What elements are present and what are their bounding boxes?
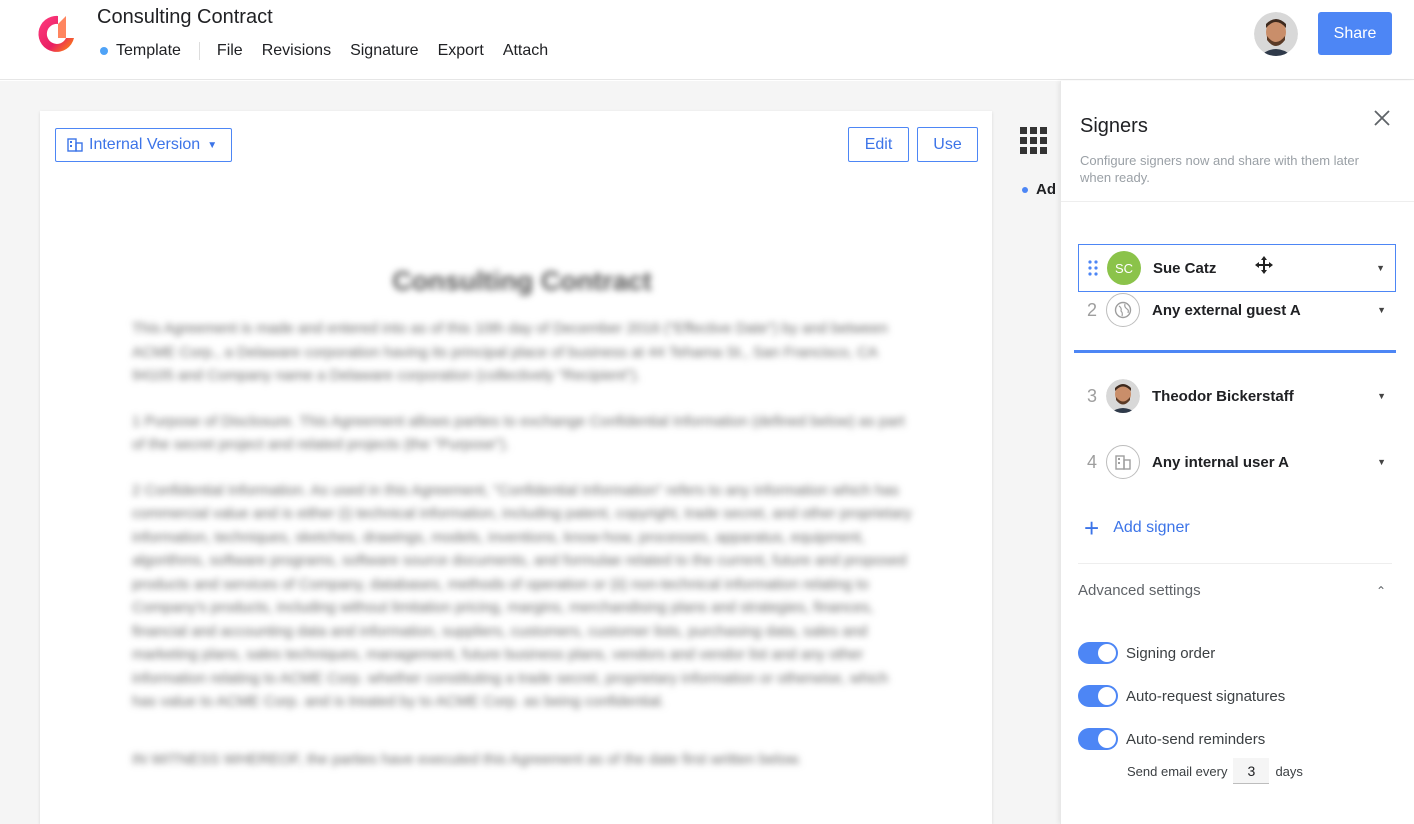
document-paragraph: IN WITNESS WHEREOF, the parties have exe… bbox=[132, 750, 802, 768]
panel-title: Signers bbox=[1080, 115, 1148, 137]
toggle-label: Auto-send reminders bbox=[1126, 730, 1266, 748]
drag-handle-icon[interactable] bbox=[1079, 260, 1107, 276]
signer-avatar-initials: SC bbox=[1107, 251, 1141, 285]
building-icon bbox=[1106, 445, 1140, 479]
signer-row-theodor[interactable]: 3 Theodor Bickerstaff ▼ bbox=[1078, 372, 1396, 420]
caret-down-icon[interactable]: ▼ bbox=[1376, 263, 1385, 273]
move-cursor-icon bbox=[1255, 256, 1273, 274]
panel-divider bbox=[1061, 201, 1414, 202]
signer-row-external-guest[interactable]: 2 Any external guest A ▼ bbox=[1078, 286, 1396, 334]
signer-row-sue-catz[interactable]: SC Sue Catz ▼ bbox=[1078, 244, 1396, 292]
menu-item-export[interactable]: Export bbox=[438, 42, 484, 60]
toggle-switch[interactable] bbox=[1078, 728, 1118, 750]
version-dropdown[interactable]: Internal Version ▼ bbox=[55, 128, 233, 162]
top-header: Consulting Contract Template File Revisi… bbox=[0, 0, 1414, 80]
building-icon bbox=[67, 138, 83, 152]
chevron-up-icon[interactable]: ⌃ bbox=[1376, 584, 1386, 598]
reminder-interval-row: Send email every days bbox=[1127, 758, 1303, 784]
signer-name: Any external guest A bbox=[1152, 301, 1301, 319]
caret-down-icon[interactable]: ▼ bbox=[1377, 457, 1386, 467]
menu-item-revisions[interactable]: Revisions bbox=[262, 42, 331, 60]
toggle-auto-request[interactable]: Auto-request signatures bbox=[1078, 685, 1285, 707]
version-label: Internal Version bbox=[89, 136, 201, 153]
menu-item-file[interactable]: File bbox=[217, 42, 243, 60]
bullet-dot-icon bbox=[1022, 186, 1028, 193]
document-heading: Consulting Contract bbox=[392, 266, 652, 296]
document-paragraph: This Agreement is made and entered into … bbox=[132, 320, 888, 384]
panel-subtitle: Configure signers now and share with the… bbox=[1080, 153, 1359, 185]
document-paragraph: 2 Confidential Information. As used in t… bbox=[132, 481, 912, 711]
signer-order-number: 4 bbox=[1086, 451, 1097, 472]
advanced-divider bbox=[1078, 563, 1392, 564]
share-button[interactable]: Share bbox=[1318, 12, 1392, 55]
caret-down-icon[interactable]: ▼ bbox=[1377, 391, 1386, 401]
side-peek-label[interactable]: Ad bbox=[1022, 181, 1056, 198]
globe-icon bbox=[1106, 293, 1140, 327]
add-signer-label: Add signer bbox=[1113, 519, 1190, 536]
menu-item-signature[interactable]: Signature bbox=[350, 42, 419, 60]
user-avatar[interactable] bbox=[1254, 12, 1298, 56]
status-dot-icon bbox=[100, 47, 108, 55]
add-signer-button[interactable]: + Add signer bbox=[1084, 515, 1190, 541]
toggle-auto-send-reminders[interactable]: Auto-send reminders bbox=[1078, 728, 1265, 750]
reminder-suffix: days bbox=[1275, 763, 1303, 779]
menu-item-attach[interactable]: Attach bbox=[503, 42, 548, 60]
close-icon[interactable] bbox=[1373, 109, 1391, 127]
signer-order-number: 2 bbox=[1086, 299, 1097, 320]
toggle-knob bbox=[1098, 644, 1116, 662]
caret-down-icon[interactable]: ▼ bbox=[1377, 305, 1386, 315]
document-body: Consulting Contract This Agreement is ma… bbox=[132, 266, 912, 793]
document-page: Internal Version ▼ Edit Use Consulting C… bbox=[40, 111, 992, 824]
use-button[interactable]: Use bbox=[917, 127, 978, 162]
toggle-label: Signing order bbox=[1126, 644, 1216, 662]
toggle-switch[interactable] bbox=[1078, 642, 1118, 664]
apps-grid-icon[interactable] bbox=[1020, 127, 1048, 155]
app-logo-icon[interactable] bbox=[36, 12, 80, 56]
plus-icon: + bbox=[1084, 513, 1100, 543]
drop-indicator bbox=[1074, 350, 1396, 353]
document-workspace: Internal Version ▼ Edit Use Consulting C… bbox=[0, 81, 1060, 824]
document-menu-bar: Template File Revisions Signature Export… bbox=[97, 42, 567, 60]
advanced-settings-header[interactable]: Advanced settings bbox=[1078, 582, 1201, 599]
side-peek-text: Ad bbox=[1036, 181, 1056, 198]
toggle-knob bbox=[1098, 730, 1116, 748]
document-paragraph: 1 Purpose of Disclosure. This Agreement … bbox=[132, 412, 905, 454]
signer-name: Any internal user A bbox=[1152, 453, 1289, 471]
toggle-signing-order[interactable]: Signing order bbox=[1078, 642, 1215, 664]
menu-divider bbox=[198, 42, 200, 60]
status-badge[interactable]: Template bbox=[116, 42, 181, 60]
signer-avatar bbox=[1106, 379, 1140, 413]
document-title[interactable]: Consulting Contract bbox=[97, 6, 273, 29]
edit-button[interactable]: Edit bbox=[848, 127, 909, 162]
toggle-label: Auto-request signatures bbox=[1126, 687, 1286, 705]
signer-row-internal-user[interactable]: 4 Any internal user A ▼ bbox=[1078, 438, 1396, 486]
reminder-days-input[interactable] bbox=[1233, 758, 1270, 784]
signer-order-number: 3 bbox=[1086, 385, 1097, 406]
toggle-knob bbox=[1098, 687, 1116, 705]
caret-down-icon: ▼ bbox=[207, 139, 218, 151]
reminder-prefix: Send email every bbox=[1127, 763, 1228, 779]
toggle-switch[interactable] bbox=[1078, 685, 1118, 707]
signer-name: Theodor Bickerstaff bbox=[1152, 387, 1294, 405]
